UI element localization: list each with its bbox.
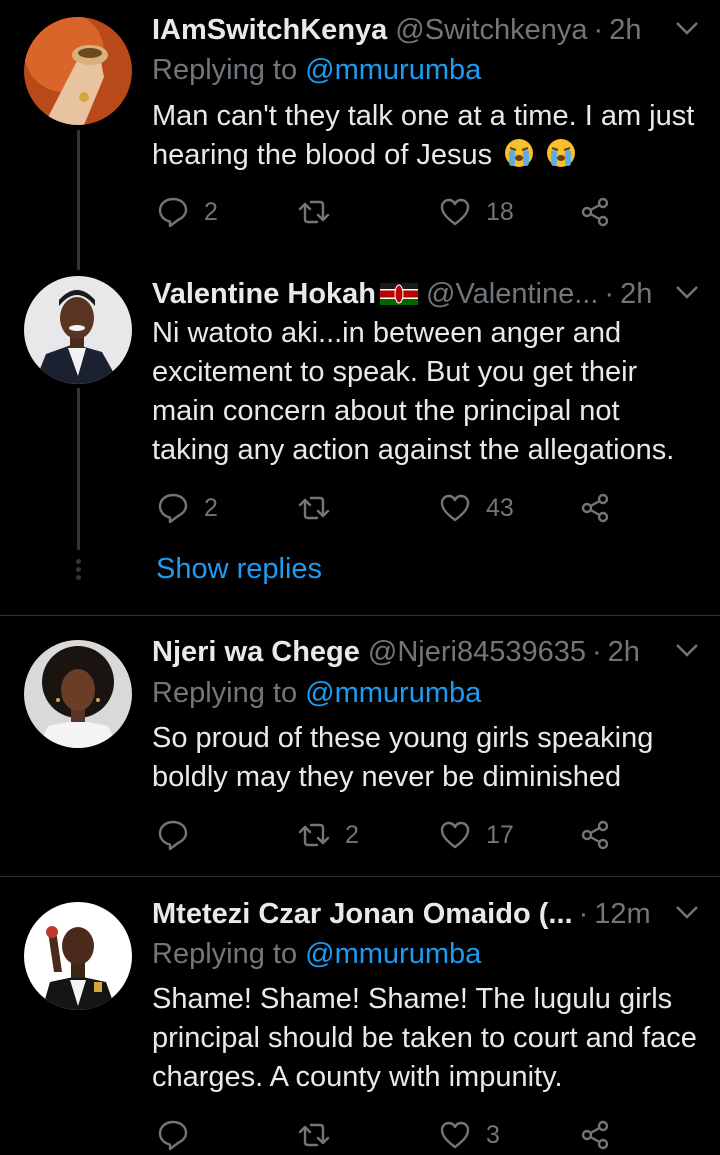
retweet-icon: [298, 1123, 330, 1147]
thread-line: [77, 130, 80, 270]
retweet-button[interactable]: [297, 1115, 345, 1155]
thread-line: [77, 388, 80, 550]
avatar-iamswitchkenya[interactable]: [24, 17, 132, 125]
like-icon: [440, 494, 470, 522]
avatar-valentine-hokah[interactable]: [24, 276, 132, 384]
tweet-actions: 3: [152, 1115, 632, 1155]
reply-icon: [158, 1120, 188, 1151]
tweet-actions: 2 17: [152, 815, 632, 855]
tweet-text: Shame! Shame! Shame! The lugulu girls pr…: [152, 983, 697, 1093]
like-icon: [440, 1121, 470, 1149]
retweet-button[interactable]: 2: [297, 815, 359, 855]
separator: ·: [592, 635, 602, 668]
like-button[interactable]: 17: [438, 815, 514, 855]
reply-button[interactable]: [156, 815, 204, 855]
tweet-3[interactable]: Njeri wa Chege @Njeri84539635 · 2h Reply…: [0, 616, 720, 876]
kenya-flag: [380, 283, 419, 305]
like-icon: [440, 198, 470, 226]
reply-icon: [158, 493, 188, 524]
retweet-icon: [298, 200, 330, 224]
retweet-icon: [298, 496, 330, 520]
retweet-button[interactable]: [297, 192, 345, 232]
chevron-down-icon[interactable]: [674, 18, 700, 38]
chevron-down-icon[interactable]: [674, 902, 700, 922]
share-button[interactable]: [578, 815, 612, 855]
tweet-actions: 2 43: [152, 488, 632, 528]
reply-button[interactable]: [156, 1115, 204, 1155]
timestamp[interactable]: 2h: [609, 14, 641, 47]
display-name[interactable]: IAmSwitchKenya: [152, 14, 387, 47]
reply-count: 2: [204, 493, 218, 522]
like-icon: [440, 821, 470, 849]
share-button[interactable]: [578, 1115, 612, 1155]
like-count: 18: [486, 197, 514, 226]
tweet-header: Njeri wa Chege @Njeri84539635 · 2h: [152, 632, 700, 672]
reply-icon: [158, 197, 188, 228]
separator: ·: [593, 13, 604, 46]
user-handle[interactable]: @Valentine...: [426, 278, 598, 311]
share-icon: [581, 820, 609, 850]
replying-handle-link[interactable]: @mmurumba: [305, 938, 481, 970]
replying-to: Replying to @mmurumba: [152, 677, 481, 710]
like-count: 17: [486, 820, 514, 849]
separator: ·: [604, 277, 615, 310]
thread-dots: [76, 559, 81, 583]
reply-button[interactable]: 2: [156, 488, 218, 528]
retweet-button[interactable]: [297, 488, 345, 528]
tweet-header: IAmSwitchKenya @Switchkenya · 2h: [152, 10, 700, 50]
tweet-4[interactable]: Mtetezi Czar Jonan Omaido (... · 12m Rep…: [0, 877, 720, 1151]
tweet-text: Ni watoto aki...in between anger and exc…: [152, 317, 675, 466]
timestamp[interactable]: 2h: [608, 636, 640, 669]
replying-prefix: Replying to: [152, 677, 298, 709]
show-replies-link[interactable]: Show replies: [156, 553, 322, 586]
replying-to: Replying to @mmurumba: [152, 54, 481, 87]
loudly-crying-face-emoji: [547, 139, 576, 167]
like-count: 43: [486, 493, 514, 522]
display-name[interactable]: Mtetezi Czar Jonan Omaido (...: [152, 898, 573, 931]
tweet-1[interactable]: IAmSwitchKenya @Switchkenya · 2h Replyin…: [0, 0, 720, 270]
share-button[interactable]: [578, 192, 612, 232]
share-icon: [581, 197, 609, 227]
replying-prefix: Replying to: [152, 54, 298, 86]
reply-count: 2: [204, 197, 218, 226]
like-button[interactable]: 43: [438, 488, 514, 528]
tweet-header: Mtetezi Czar Jonan Omaido (... · 12m: [152, 894, 700, 934]
replying-handle-link[interactable]: @mmurumba: [305, 677, 481, 709]
display-name[interactable]: Valentine Hokah: [152, 278, 376, 311]
like-button[interactable]: 18: [438, 192, 514, 232]
share-button[interactable]: [578, 488, 612, 528]
share-icon: [581, 493, 609, 523]
like-count: 3: [486, 1120, 500, 1149]
user-handle[interactable]: @Switchkenya: [395, 14, 587, 47]
reply-icon: [158, 820, 188, 851]
chevron-down-icon[interactable]: [674, 282, 700, 302]
share-icon: [581, 1120, 609, 1150]
replying-handle-link[interactable]: @mmurumba: [305, 54, 481, 86]
user-handle[interactable]: @Njeri84539635: [368, 636, 586, 669]
tweet-header: Valentine Hokah @Valentine... · 2h: [152, 274, 700, 314]
tweet-actions: 2 18: [152, 192, 632, 232]
loudly-crying-face-emoji: [505, 139, 534, 167]
tweet-text: Man can't they talk one at a time. I am …: [152, 97, 702, 175]
avatar-mtetezi-czar[interactable]: [24, 902, 132, 1010]
reply-button[interactable]: 2: [156, 192, 218, 232]
chevron-down-icon[interactable]: [674, 640, 700, 660]
display-name[interactable]: Njeri wa Chege: [152, 636, 360, 669]
avatar-njeri-wa-chege[interactable]: [24, 640, 132, 748]
separator: ·: [578, 897, 589, 930]
retweet-icon: [298, 823, 330, 847]
like-button[interactable]: 3: [438, 1115, 500, 1155]
retweet-count: 2: [345, 820, 359, 849]
tweet-text: So proud of these young girls speaking b…: [152, 722, 654, 793]
replying-to: Replying to @mmurumba: [152, 938, 481, 971]
tweet-text-content: Man can't they talk one at a time. I am …: [152, 100, 695, 171]
tweet-2[interactable]: Valentine Hokah @Valentine... · 2h Ni wa…: [0, 270, 720, 615]
timestamp[interactable]: 12m: [594, 898, 650, 931]
replying-prefix: Replying to: [152, 938, 298, 970]
timestamp[interactable]: 2h: [620, 278, 652, 311]
